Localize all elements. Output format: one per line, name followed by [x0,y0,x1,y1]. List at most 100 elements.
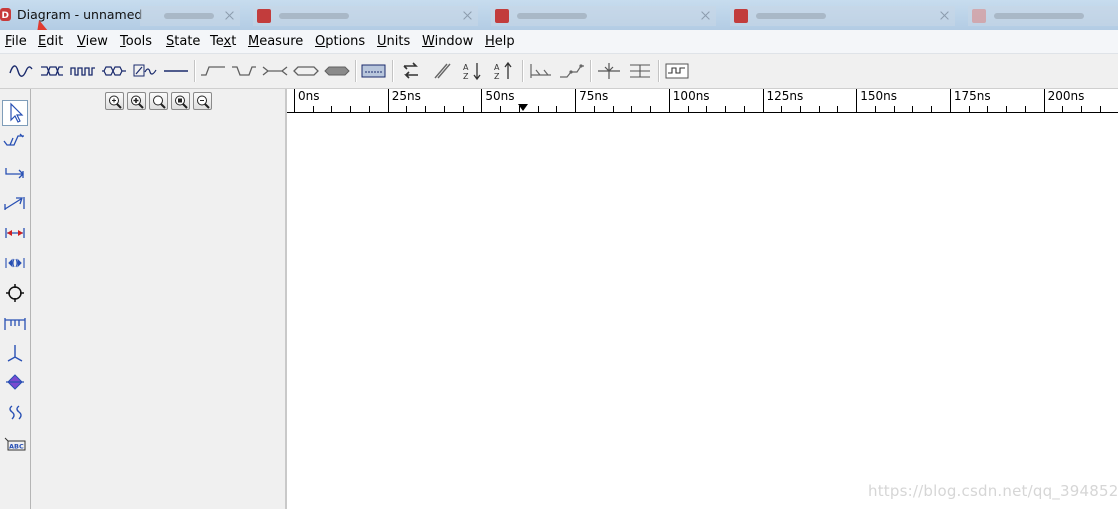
ruler-minor-tick [443,106,445,112]
tool-palette: ABC [0,89,31,509]
ruler-minor-tick [350,106,352,112]
edit-signal-icon[interactable] [132,60,158,82]
svg-text:ABC: ABC [9,443,24,451]
ruler-minor-tick [612,106,614,112]
text-label-icon[interactable]: ABC [2,430,28,456]
marker-target-icon[interactable] [2,280,28,306]
menu-units[interactable]: Units [377,34,410,49]
constraint-icon[interactable] [2,250,28,276]
ruler-minor-tick [893,106,895,112]
flat-line-icon[interactable] [163,60,189,82]
ruler-minor-tick [706,106,708,112]
delay-arrow-icon[interactable] [2,160,28,186]
ruler-minor-tick [687,106,689,112]
select-range-icon[interactable] [361,60,387,82]
svg-text:A: A [463,63,469,72]
edge-tool-icon[interactable] [2,130,28,156]
zoom-in-icon[interactable] [105,92,124,110]
time-cursor-marker-icon[interactable] [518,104,529,111]
zoom-fit-icon[interactable] [149,92,168,110]
menu-state[interactable]: State [166,34,200,49]
background-window-tab[interactable] [730,6,955,26]
measure-arrow-icon[interactable] [2,220,28,246]
waveform-view-icon[interactable] [664,60,690,82]
filled-segment-icon[interactable] [324,60,350,82]
ruler-label: 200ns [1047,89,1085,103]
bus-segment-icon[interactable] [293,60,319,82]
zoom-out-icon[interactable] [193,92,212,110]
time-ruler[interactable]: 0ns 25ns 50ns 75ns 100ns 125ns 150ns 175ns 200ns [287,89,1118,113]
svg-text:A: A [494,63,500,72]
ruler-minor-tick [912,106,914,112]
ruler-minor-tick [406,106,408,112]
ruler-minor-tick [987,106,989,112]
menu-tools[interactable]: Tools [120,34,152,49]
menu-bar: File Edit View Tools State Text Measure Options… [0,30,1118,54]
hold-icon[interactable] [262,60,288,82]
insert-space-icon[interactable] [596,60,622,82]
ruler-minor-tick [1062,106,1064,112]
ruler-label: 75ns [579,89,609,103]
ruler-minor-tick [593,106,595,112]
ruler-label: 0ns [298,89,320,103]
ruler-major-tick [762,89,764,112]
svg-text:Z: Z [463,72,469,81]
menu-help[interactable]: Help [485,34,515,49]
sort-ascending-icon[interactable]: AZ [460,60,486,82]
ruler-minor-tick [556,106,558,112]
title-bar: D Diagram - unnamed [0,0,1118,74]
background-window-tab[interactable] [491,6,716,26]
rise-fall-icon[interactable] [200,60,226,82]
ruler-label: 25ns [391,89,421,103]
diamond-marker-icon[interactable] [2,370,28,396]
pulse-signal-icon[interactable] [70,60,96,82]
zoom-area-icon[interactable] [171,92,190,110]
ruler-minor-tick [650,106,652,112]
ruler-minor-tick [799,106,801,112]
ruler-major-tick [387,89,389,112]
pencil-icon[interactable] [429,60,455,82]
setup-icon[interactable] [559,60,585,82]
background-window-tab[interactable] [968,6,1118,26]
bus-signal-icon[interactable] [39,60,65,82]
ruler-minor-tick [331,106,333,112]
ruler-minor-tick [312,106,314,112]
background-window-tab[interactable] [140,6,240,26]
ruler-label: 100ns [672,89,710,103]
delete-space-icon[interactable] [627,60,653,82]
skew-arrow-icon[interactable] [2,190,28,216]
background-window-tab[interactable] [253,6,478,26]
ruler-major-tick [856,89,858,112]
zoom-in-full-icon[interactable] [127,92,146,110]
ruler-minor-tick [1081,106,1083,112]
ruler-minor-tick [1006,106,1008,112]
ground-marker-icon[interactable] [2,340,28,366]
menu-measure[interactable]: Measure [248,34,303,49]
menu-options[interactable]: Options [315,34,365,49]
ruler-minor-tick [631,106,633,112]
ruler-minor-tick [425,106,427,112]
app-logo-icon: D [0,8,11,21]
svg-text:D: D [2,11,9,21]
menu-file[interactable]: File [5,34,27,49]
fall-rise-icon[interactable] [231,60,257,82]
menu-edit[interactable]: Edit [38,34,63,49]
timing-bracket-icon[interactable] [2,310,28,336]
loop-icon[interactable] [398,60,424,82]
delay-icon[interactable] [528,60,554,82]
sort-descending-icon[interactable]: AZ [491,60,517,82]
clock-signal-icon[interactable] [8,60,34,82]
pointer-tool-icon[interactable] [2,100,28,126]
diagram-canvas[interactable]: 0ns 25ns 50ns 75ns 100ns 125ns 150ns 175ns 200ns [287,89,1118,509]
break-mark-icon[interactable] [2,400,28,426]
ruler-minor-tick [837,106,839,112]
menu-view[interactable]: View [77,34,108,49]
bus-pulse-icon[interactable] [101,60,127,82]
ruler-minor-tick [743,106,745,112]
ruler-minor-tick [874,106,876,112]
menu-window[interactable]: Window [422,34,473,49]
ruler-label: 175ns [953,89,991,103]
menu-text[interactable]: Text [210,34,236,49]
ruler-major-tick [949,89,951,112]
ruler-minor-tick [818,106,820,112]
